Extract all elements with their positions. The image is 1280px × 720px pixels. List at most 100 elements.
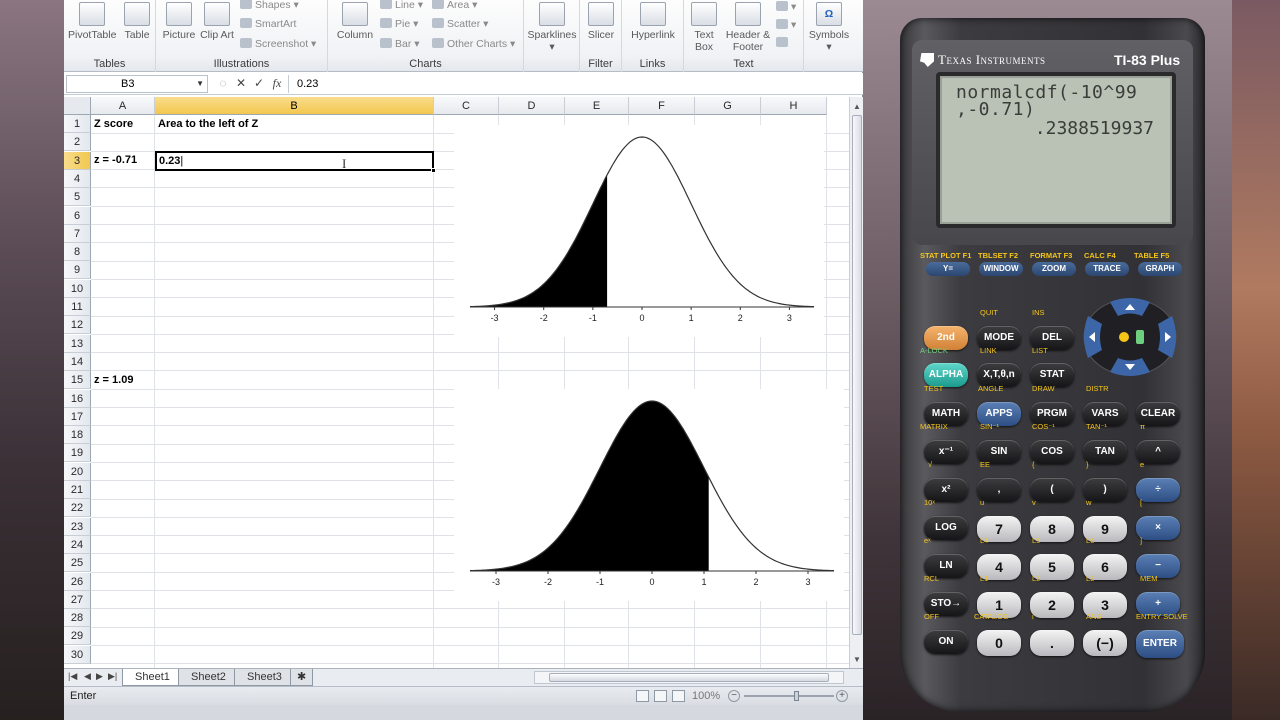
row-header-14[interactable]: 14 xyxy=(64,352,91,371)
slicer-button[interactable]: Slicer xyxy=(584,2,618,41)
row-header-20[interactable]: 20 xyxy=(64,462,91,481)
insert-function-icon[interactable]: fx xyxy=(268,76,286,91)
row-header-8[interactable]: 8 xyxy=(64,243,91,262)
row-header-22[interactable]: 22 xyxy=(64,499,91,518)
normal-view-button[interactable] xyxy=(636,690,649,702)
pivottable-button[interactable]: PivotTable xyxy=(68,2,116,41)
key-cos[interactable]: COS xyxy=(1030,440,1074,464)
screenshot-button[interactable]: Screenshot ▾ xyxy=(240,37,316,51)
next-sheet-icon[interactable]: ▶ xyxy=(96,671,103,682)
row-header-15[interactable]: 15 xyxy=(64,371,91,390)
shapes-button[interactable]: Shapes ▾ xyxy=(240,0,299,12)
row-header-29[interactable]: 29 xyxy=(64,627,91,646)
table-button[interactable]: Table xyxy=(120,2,154,41)
area-chart-button[interactable]: Area ▾ xyxy=(432,0,477,12)
prev-sheet-icon[interactable]: ◀ xyxy=(84,671,91,682)
line-chart-button[interactable]: Line ▾ xyxy=(380,0,423,12)
column-header-h[interactable]: H xyxy=(761,97,827,115)
key-dot[interactable]: . xyxy=(1030,630,1074,656)
wordart-button[interactable]: ▾ xyxy=(776,0,796,14)
smartart-button[interactable]: SmartArt xyxy=(240,17,296,31)
row-header-19[interactable]: 19 xyxy=(64,444,91,463)
scatter-chart-button[interactable]: Scatter ▾ xyxy=(432,17,488,31)
column-header-b[interactable]: B xyxy=(155,97,434,115)
page-layout-view-button[interactable] xyxy=(654,690,667,702)
sheet-tab-sheet1[interactable]: Sheet1 xyxy=(122,669,183,686)
row-header-26[interactable]: 26 xyxy=(64,572,91,591)
header-footer-button[interactable]: Header & Footer xyxy=(724,2,772,53)
column-header-a[interactable]: A xyxy=(91,97,155,115)
row-header-12[interactable]: 12 xyxy=(64,316,91,335)
symbols-button[interactable]: Ω Symbols ▾ xyxy=(806,2,852,53)
zoom-in-icon[interactable]: + xyxy=(836,690,848,702)
key-trace[interactable]: TRACE xyxy=(1085,262,1129,276)
column-header-c[interactable]: C xyxy=(434,97,499,115)
zoom-slider-knob[interactable] xyxy=(794,691,799,701)
name-box[interactable]: B3 ▼ xyxy=(66,75,208,93)
insert-sheet-icon[interactable]: ✱ xyxy=(290,669,314,686)
row-header-7[interactable]: 7 xyxy=(64,224,91,243)
cell-b1[interactable]: Area to the left of Z xyxy=(155,115,258,133)
column-header-e[interactable]: E xyxy=(565,97,629,115)
last-sheet-icon[interactable]: ▶| xyxy=(108,671,117,682)
normal-curve-chart-1[interactable]: -3 -2 -1 0 1 2 3 xyxy=(454,125,824,337)
row-header-23[interactable]: 23 xyxy=(64,517,91,536)
fill-handle[interactable] xyxy=(431,168,436,173)
row-header-4[interactable]: 4 xyxy=(64,169,91,188)
key-mul[interactable]: × xyxy=(1136,516,1180,540)
zoom-out-icon[interactable]: − xyxy=(728,690,740,702)
row-header-25[interactable]: 25 xyxy=(64,554,91,573)
cancel-icon[interactable]: ✕ xyxy=(232,76,250,90)
text-box-button[interactable]: Text Box xyxy=(686,2,722,53)
row-header-5[interactable]: 5 xyxy=(64,188,91,207)
row-header-3[interactable]: 3 xyxy=(64,151,91,170)
row-header-17[interactable]: 17 xyxy=(64,407,91,426)
sheet-tab-sheet2[interactable]: Sheet2 xyxy=(178,669,239,686)
row-header-16[interactable]: 16 xyxy=(64,389,91,408)
zoom-level[interactable]: 100% xyxy=(692,687,720,705)
first-sheet-icon[interactable]: |◀ xyxy=(68,671,77,682)
scroll-down-icon[interactable]: ▼ xyxy=(850,654,864,666)
horizontal-scroll-thumb[interactable] xyxy=(549,673,829,682)
key-on[interactable]: ON xyxy=(924,630,968,654)
key-k2[interactable]: 2 xyxy=(1030,592,1074,618)
key-window[interactable]: WINDOW xyxy=(979,262,1023,276)
row-header-27[interactable]: 27 xyxy=(64,590,91,609)
key-neg[interactable]: (−) xyxy=(1083,630,1127,656)
row-header-28[interactable]: 28 xyxy=(64,609,91,628)
chevron-down-icon[interactable]: ▼ xyxy=(196,76,204,92)
row-header-11[interactable]: 11 xyxy=(64,298,91,316)
cell-a3[interactable]: z = -0.71 xyxy=(91,151,137,169)
formula-input[interactable]: 0.23 xyxy=(288,75,860,93)
normal-curve-chart-2[interactable]: -3 -2 -1 0 1 2 3 xyxy=(454,389,844,601)
key-lparen[interactable]: ( xyxy=(1030,478,1074,502)
expand-icon[interactable]: ◌ xyxy=(214,76,232,90)
other-charts-button[interactable]: Other Charts ▾ xyxy=(432,37,515,51)
signature-line-button[interactable]: ▾ xyxy=(776,18,796,32)
zoom-slider[interactable] xyxy=(744,691,834,701)
key-enter[interactable]: ENTER xyxy=(1136,630,1184,658)
select-all-corner[interactable] xyxy=(64,97,91,115)
row-header-18[interactable]: 18 xyxy=(64,426,91,445)
scroll-up-icon[interactable]: ▲ xyxy=(850,101,864,113)
row-header-2[interactable]: 2 xyxy=(64,133,91,152)
key-y-equals[interactable]: Y= xyxy=(926,262,970,276)
row-header-1[interactable]: 1 xyxy=(64,115,91,133)
key-div[interactable]: ÷ xyxy=(1136,478,1180,502)
sparklines-button[interactable]: Sparklines ▾ xyxy=(526,2,578,53)
key-k0[interactable]: 0 xyxy=(977,630,1021,656)
column-header-g[interactable]: G xyxy=(695,97,761,115)
cell-a15[interactable]: z = 1.09 xyxy=(91,371,133,389)
pie-chart-button[interactable]: Pie ▾ xyxy=(380,17,418,31)
key-tan[interactable]: TAN xyxy=(1083,440,1127,464)
row-header-24[interactable]: 24 xyxy=(64,535,91,554)
horizontal-scrollbar[interactable] xyxy=(534,671,844,684)
column-header-f[interactable]: F xyxy=(629,97,695,115)
worksheet-grid[interactable]: ABCDEFGH 1 2 3 4 5 6 7 8 9 10 11 12 13 14 15 16 17 18 19 20… xyxy=(64,97,849,668)
row-header-13[interactable]: 13 xyxy=(64,334,91,353)
bar-chart-button[interactable]: Bar ▾ xyxy=(380,37,420,51)
object-button[interactable] xyxy=(776,36,791,50)
row-header-6[interactable]: 6 xyxy=(64,206,91,225)
enter-icon[interactable]: ✓ xyxy=(250,76,268,90)
row-header-30[interactable]: 30 xyxy=(64,645,91,664)
